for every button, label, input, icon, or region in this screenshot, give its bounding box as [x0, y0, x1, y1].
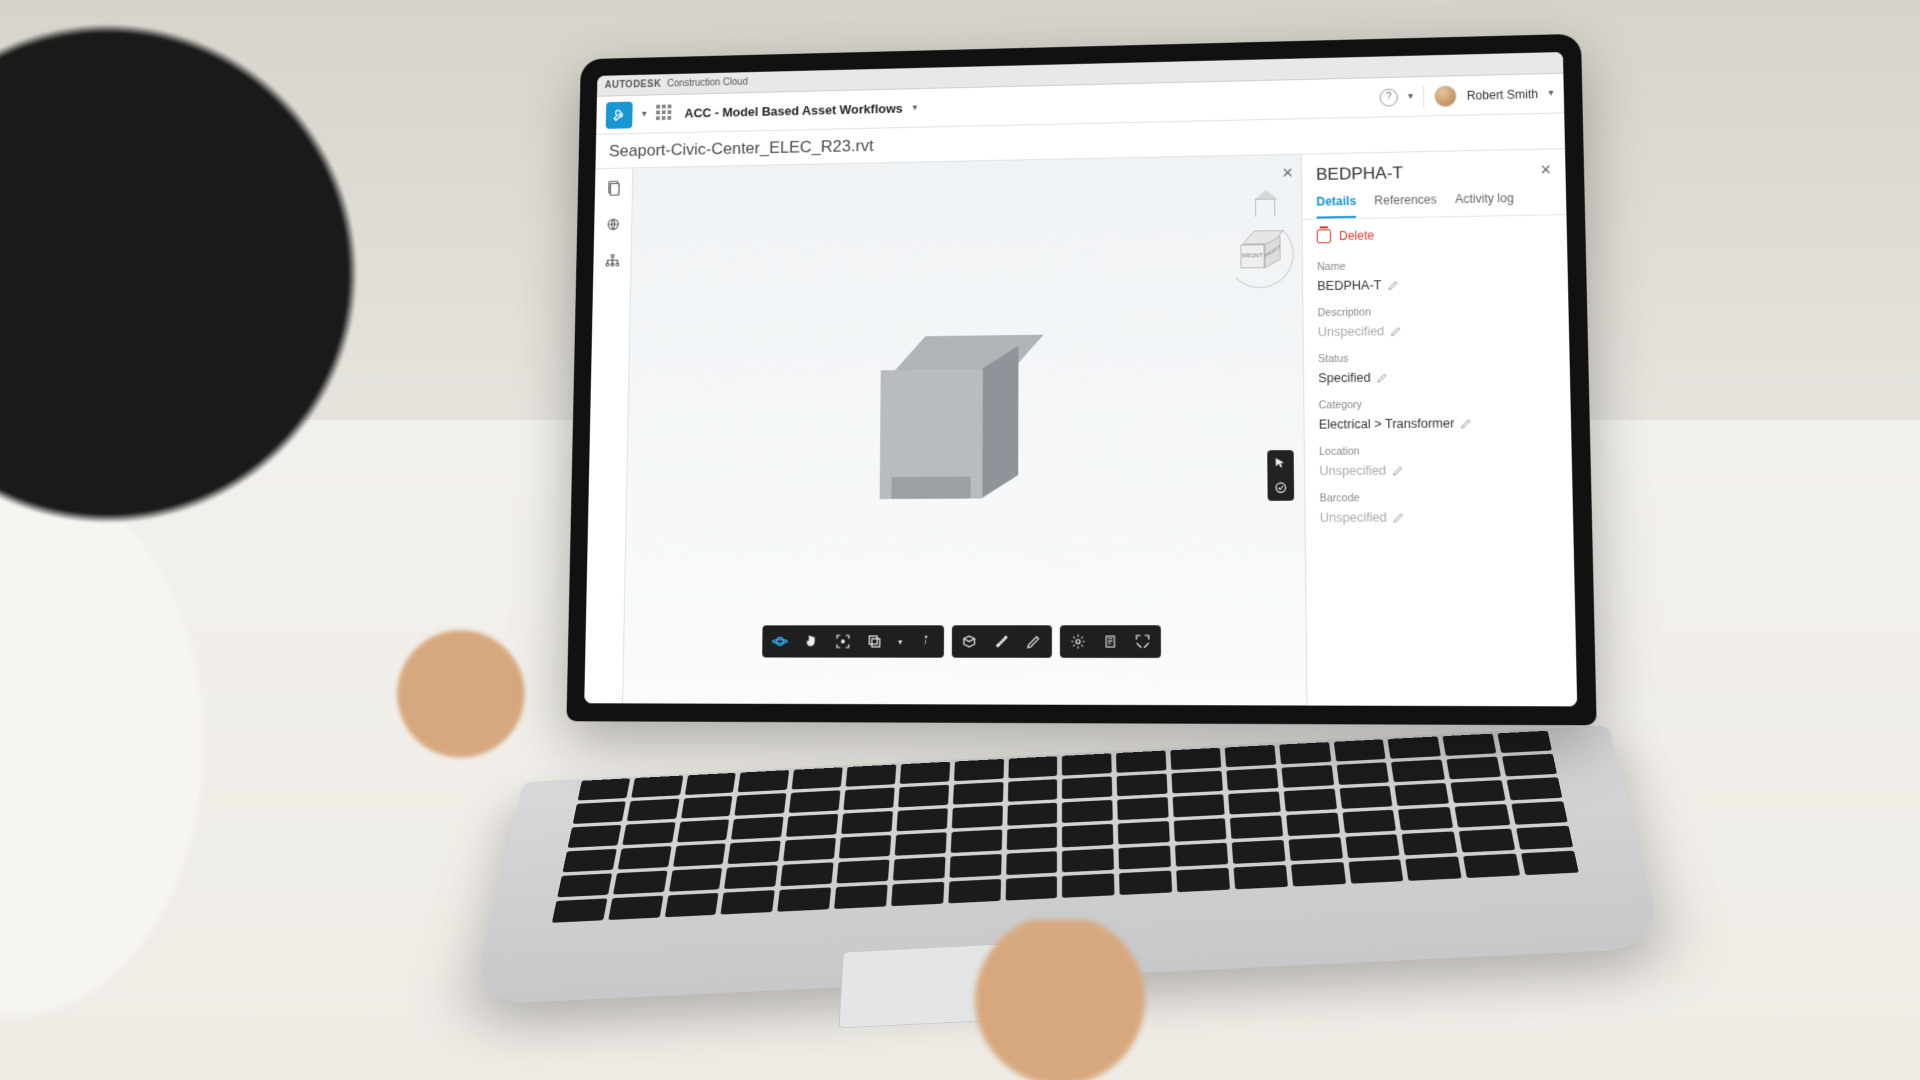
field-label-description: Description	[1318, 304, 1555, 319]
project-dropdown-chevron-icon[interactable]: ▾	[912, 103, 917, 114]
edit-description-icon[interactable]	[1390, 325, 1402, 337]
zoom-fit-icon[interactable]	[833, 631, 853, 651]
field-label-category: Category	[1319, 397, 1557, 411]
viewer-close-icon[interactable]: ×	[1282, 163, 1293, 184]
properties-tool-icon[interactable]	[1100, 631, 1120, 651]
field-value-location: Unspecified	[1319, 462, 1557, 478]
user-name[interactable]: Robert Smith	[1467, 87, 1539, 102]
tools-icon[interactable]	[606, 101, 633, 128]
home-view-icon[interactable]	[1255, 199, 1275, 217]
tools-dropdown-chevron-icon[interactable]: ▾	[642, 109, 647, 120]
walk-tool-icon[interactable]	[916, 631, 936, 651]
edit-status-icon[interactable]	[1377, 371, 1389, 383]
help-icon[interactable]: ?	[1379, 88, 1397, 106]
trash-icon	[1317, 229, 1331, 243]
edit-location-icon[interactable]	[1392, 464, 1405, 476]
panel-title: BEDPHA-T	[1316, 160, 1540, 184]
photo-scene: document.write(Array.from({length:108}).…	[0, 0, 1920, 1080]
fullscreen-tool-icon[interactable]	[1133, 631, 1153, 651]
brand-name: AUTODESK	[605, 79, 662, 91]
hand-right	[900, 920, 1220, 1080]
check-tool-icon[interactable]	[1272, 478, 1290, 496]
laptop-screen-frame: AUTODESK Construction Cloud ▾ ACC - Mode…	[566, 34, 1596, 726]
apps-grid-icon[interactable]	[656, 104, 675, 124]
camera-tool-icon[interactable]	[960, 631, 980, 651]
field-value-name: BEDPHA-T	[1317, 276, 1553, 294]
product-name: Construction Cloud	[667, 77, 748, 89]
field-label-status: Status	[1318, 350, 1555, 365]
tab-activity-log[interactable]: Activity log	[1455, 185, 1514, 216]
help-dropdown-chevron-icon[interactable]: ▾	[1408, 91, 1413, 102]
project-name[interactable]: ACC - Model Based Asset Workflows	[684, 101, 902, 120]
field-value-barcode: Unspecified	[1320, 509, 1559, 524]
edit-category-icon[interactable]	[1460, 417, 1473, 429]
settings-tool-icon[interactable]	[1068, 631, 1088, 651]
model-viewer[interactable]: × FRONT RIGHT	[623, 155, 1306, 706]
pan-tool-icon[interactable]	[801, 631, 821, 651]
view-cube[interactable]: FRONT RIGHT	[1231, 226, 1288, 282]
tab-references[interactable]: References	[1374, 187, 1437, 218]
sheets-icon[interactable]	[604, 178, 623, 198]
edit-barcode-icon[interactable]	[1393, 511, 1406, 523]
app-window: AUTODESK Construction Cloud ▾ ACC - Mode…	[584, 52, 1577, 706]
asset-details-panel: BEDPHA-T × Details References Activity l…	[1301, 149, 1577, 706]
edit-name-icon[interactable]	[1387, 279, 1399, 291]
viewcube-front[interactable]: FRONT	[1240, 244, 1264, 268]
field-label-location: Location	[1319, 444, 1557, 458]
viewer-bottom-toolbar: ▾	[762, 625, 1161, 658]
panel-close-icon[interactable]: ×	[1540, 159, 1551, 180]
hierarchy-icon[interactable]	[602, 251, 621, 271]
transformer-model[interactable]	[879, 342, 1028, 512]
section-tool-icon[interactable]	[865, 631, 885, 651]
measure-tool-icon[interactable]	[992, 631, 1012, 651]
user-dropdown-chevron-icon[interactable]: ▾	[1548, 88, 1553, 99]
delete-button[interactable]: Delete	[1302, 215, 1567, 253]
field-value-category: Electrical > Transformer	[1319, 415, 1557, 431]
tab-details[interactable]: Details	[1316, 188, 1356, 218]
user-avatar[interactable]	[1434, 85, 1457, 107]
field-label-name: Name	[1317, 257, 1553, 273]
orbit-tool-icon[interactable]	[770, 631, 790, 651]
markup-tool-icon[interactable]	[1024, 631, 1044, 651]
field-label-barcode: Barcode	[1320, 491, 1559, 505]
section-dropdown-chevron-icon[interactable]: ▾	[896, 631, 904, 651]
globe-icon[interactable]	[603, 215, 622, 235]
delete-label: Delete	[1339, 228, 1374, 243]
field-value-description: Unspecified	[1318, 322, 1555, 339]
viewer-side-tools	[1267, 450, 1294, 501]
file-name: Seaport-Civic-Center_ELEC_R23.rvt	[609, 136, 874, 161]
cursor-tool-icon[interactable]	[1271, 454, 1289, 472]
panel-tabs: Details References Activity log	[1302, 184, 1566, 220]
person-silhouette	[0, 0, 560, 1080]
field-value-status: Specified	[1318, 369, 1555, 386]
